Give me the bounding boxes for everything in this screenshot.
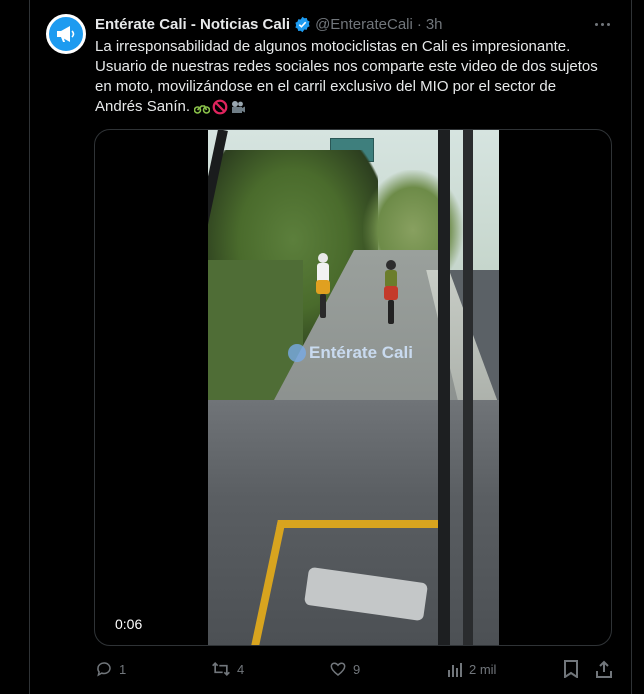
share-icon xyxy=(596,660,612,678)
reply-count: 1 xyxy=(119,661,127,677)
video-scene-pillar xyxy=(463,130,473,645)
action-bar: 1 4 9 2 mil xyxy=(95,658,615,680)
reply-button[interactable]: 1 xyxy=(95,658,126,680)
video-player[interactable]: Entérate Cali 0:06 xyxy=(94,129,612,646)
watermark-text: Entérate Cali xyxy=(309,343,413,362)
retweet-button[interactable]: 4 xyxy=(211,658,244,680)
bookmark-button[interactable] xyxy=(563,658,579,680)
like-button[interactable]: 9 xyxy=(329,658,360,680)
emoji-group xyxy=(194,99,246,115)
retweet-icon xyxy=(212,661,230,677)
heart-icon xyxy=(330,662,346,676)
motorcyclist-figure xyxy=(384,260,398,324)
reply-icon xyxy=(97,662,111,677)
movie-camera-emoji-icon xyxy=(232,101,246,113)
like-count: 9 xyxy=(353,661,361,677)
tweet-text-line: Andrés Sanín. xyxy=(95,98,191,115)
tweet-timestamp[interactable]: 3h xyxy=(426,16,443,33)
tweet-header: Entérate Cali - Noticias Cali @EnterateC… xyxy=(95,14,615,34)
timeline-border-left xyxy=(29,0,30,694)
motorcycle-emoji-icon xyxy=(194,105,211,114)
tweet-text: La irresponsabilidad de algunos motocicl… xyxy=(95,37,615,117)
views-bar-chart-icon xyxy=(448,663,462,677)
megaphone-icon xyxy=(57,26,75,42)
tweet-text-line: en moto, movilizándose en el carril excl… xyxy=(95,78,557,95)
avatar[interactable] xyxy=(46,14,86,54)
bookmark-icon xyxy=(564,660,578,678)
timeline-border-right xyxy=(631,0,632,694)
video-duration: 0:06 xyxy=(115,616,143,632)
video-watermark: Entérate Cali xyxy=(288,343,413,363)
video-frame[interactable]: Entérate Cali xyxy=(208,130,499,645)
tweet-text-line: Usuario de nuestras redes sociales nos c… xyxy=(95,58,598,75)
views-count: 2 mil xyxy=(469,661,497,677)
prohibited-emoji-icon xyxy=(212,99,228,115)
views-button[interactable]: 2 mil xyxy=(447,658,496,680)
motorcyclist-figure xyxy=(316,253,330,318)
video-scene-pillar xyxy=(438,130,450,645)
user-handle[interactable]: @EnterateCali xyxy=(315,16,413,33)
verified-badge-icon[interactable] xyxy=(294,16,311,33)
separator-dot: · xyxy=(416,15,422,33)
display-name[interactable]: Entérate Cali - Noticias Cali xyxy=(95,16,290,33)
tweet-text-line: La irresponsabilidad de algunos motocicl… xyxy=(95,38,571,55)
tweet-card[interactable]: Entérate Cali - Noticias Cali @EnterateC… xyxy=(0,0,644,694)
megaphone-icon xyxy=(288,344,306,362)
retweet-count: 4 xyxy=(237,661,245,677)
share-button[interactable] xyxy=(595,658,613,680)
more-options-icon[interactable] xyxy=(592,16,612,32)
